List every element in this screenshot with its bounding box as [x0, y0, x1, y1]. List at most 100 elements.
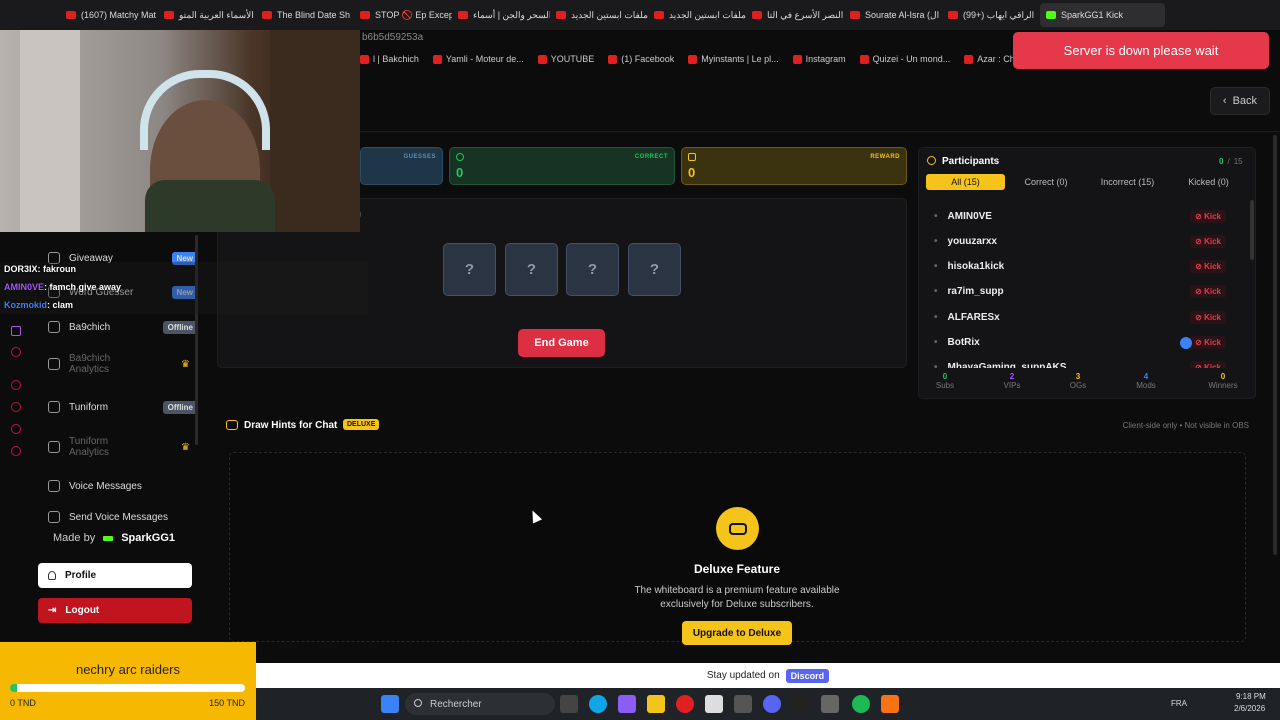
kick-button[interactable]: ⊘ Kick — [1190, 310, 1226, 324]
sidebar-item[interactable]: Ba9chich Analytics ♛ — [48, 353, 198, 375]
count-max: 15 — [1233, 157, 1243, 166]
browser-tab[interactable]: The Blind Date Sh — [256, 3, 354, 27]
taskbar-search[interactable]: Rechercher — [405, 693, 555, 715]
bookmark-item[interactable]: Yamli - Moteur de... — [432, 54, 524, 64]
browser-tab[interactable]: STOP 🚫 Ep Excep — [354, 3, 452, 27]
sidebar-item[interactable]: Send Voice Messages — [48, 511, 198, 523]
windows-start-icon[interactable] — [381, 695, 399, 713]
bookmark-item[interactable]: Instagram — [792, 54, 846, 64]
tab-kicked[interactable]: Kicked (0) — [1176, 174, 1241, 190]
discord-icon[interactable] — [763, 695, 781, 713]
kick-button[interactable]: ⊘ Kick — [1190, 336, 1226, 349]
tab-favicon-icon — [752, 11, 762, 19]
tab-favicon-icon — [262, 11, 272, 19]
tab-label: (1607) Matchy Mat — [81, 10, 157, 20]
store-icon[interactable] — [705, 695, 723, 713]
sidebar-item[interactable]: Tuniform Offline — [48, 400, 198, 414]
goal-max: 150 TND — [209, 698, 245, 708]
browser-tab[interactable]: Sourate Al-Isra (ال — [844, 3, 942, 27]
kick-button[interactable]: ⊘ Kick — [1190, 285, 1226, 299]
youtube-icon[interactable] — [11, 347, 21, 357]
profile-button[interactable]: Profile — [38, 563, 192, 588]
kick-button[interactable]: ⊘ Kick — [1190, 260, 1226, 274]
participant-row: • hisoka1kick ⊘ Kick — [928, 256, 1246, 278]
clock-time[interactable]: 9:18 PM — [1236, 692, 1266, 701]
kick-button[interactable]: ⊘ Kick — [1190, 209, 1226, 223]
task-view-icon[interactable] — [560, 695, 578, 713]
twitch-icon[interactable] — [11, 326, 21, 336]
kick-button[interactable]: ⊘ Kick — [1190, 234, 1226, 248]
sidebar-item[interactable]: Tuniform Analytics ♛ — [48, 436, 198, 458]
page-scrollbar[interactable] — [1273, 135, 1277, 555]
ban-icon: ⊘ — [1195, 287, 1205, 297]
gear-icon[interactable] — [11, 446, 21, 456]
sidebar-item[interactable]: Ba9chich Offline — [48, 320, 198, 334]
sidebar-item-label: Voice Messages — [69, 480, 142, 492]
ban-icon: ⊘ — [1195, 236, 1205, 246]
stat-value: 2 — [1009, 372, 1015, 381]
browser-tab[interactable]: السحر والجن | أسماء — [452, 3, 550, 27]
bookmark-item[interactable]: YOUTUBE — [537, 54, 595, 64]
tab-correct[interactable]: Correct (0) — [1011, 174, 1081, 190]
bookmark-item[interactable]: (1) Facebook — [608, 54, 674, 64]
gamepad-icon — [226, 420, 238, 430]
nav-item-icon — [48, 401, 60, 413]
kick-button[interactable]: ⊘ Kick — [1190, 361, 1226, 368]
chat-user: Kozmokid — [4, 300, 48, 310]
language-indicator[interactable]: FRA — [1171, 699, 1187, 708]
spotify-icon[interactable] — [852, 695, 870, 713]
profile-label: Profile — [65, 570, 97, 581]
sidebar-item[interactable]: Voice Messages — [48, 480, 198, 492]
bookmark-label: YOUTUBE — [550, 54, 595, 64]
play-icon[interactable] — [11, 380, 21, 390]
goal-title: nechry arc raiders — [75, 662, 181, 677]
kick-label: Kick — [1204, 236, 1221, 246]
back-label: Back — [1232, 95, 1258, 107]
stat-value: 3 — [1075, 372, 1081, 381]
browser-tab[interactable]: الأسماء العربية المتو — [158, 3, 256, 27]
url-fragment: b6b5d59253a — [362, 32, 424, 43]
crown-icon: ♛ — [181, 358, 190, 370]
browser-tab[interactable]: ملفات ابستين الجديد — [648, 3, 746, 27]
brave-icon[interactable] — [881, 695, 899, 713]
browser-tab[interactable]: (99+) الراقي ايهاب — [942, 3, 1040, 27]
donation-goal-widget: nechry arc raiders 0 TND 150 TND — [0, 642, 256, 720]
opera-icon[interactable] — [676, 695, 694, 713]
app-icon[interactable] — [792, 695, 810, 713]
chevron-left-icon: ‹ — [1222, 95, 1227, 107]
bullet-icon: • — [934, 286, 938, 298]
goal-min: 0 TND — [10, 698, 36, 708]
app-icon[interactable] — [618, 695, 636, 713]
clock-date[interactable]: 2/6/2026 — [1234, 704, 1265, 713]
back-button[interactable]: ‹ Back — [1210, 87, 1270, 115]
tab-favicon-icon — [850, 11, 860, 19]
app-icon[interactable] — [734, 695, 752, 713]
sidebar-item-label: Send Voice Messages — [69, 511, 168, 523]
participants-scrollbar[interactable] — [1250, 200, 1254, 260]
browser-tab[interactable]: (1607) Matchy Mat — [60, 3, 158, 27]
folder-icon[interactable] — [647, 695, 665, 713]
ban-icon: ⊘ — [1195, 312, 1205, 322]
chat-icon[interactable] — [11, 424, 21, 434]
kick-logo-icon — [103, 535, 114, 541]
bookmark-item[interactable]: Quizei - Un mond... — [859, 54, 950, 64]
tab-label: ملفات ابستين الجديد — [571, 9, 648, 20]
bookmark-item[interactable]: l | Bakchich — [360, 54, 419, 64]
edge-icon[interactable] — [589, 695, 607, 713]
kick-label: Kick — [1204, 363, 1221, 368]
discord-link[interactable]: Discord — [785, 668, 830, 683]
participant-name: AMIN0VE — [947, 210, 992, 222]
webcam-shirt — [145, 180, 275, 232]
clock-icon[interactable] — [11, 402, 21, 412]
browser-tab[interactable]: النصر الأسرع في التا — [746, 3, 844, 27]
bookmark-item[interactable]: Myinstants | Le pl... — [688, 54, 779, 64]
tab-all[interactable]: All (15) — [926, 174, 1005, 190]
upgrade-button[interactable]: Upgrade to Deluxe — [682, 621, 792, 645]
end-game-button[interactable]: End Game — [518, 329, 605, 357]
bookmark-item[interactable]: Azar : Chat Vidéo... — [964, 54, 1020, 64]
browser-tab[interactable]: SparkGG1 Kick — [1040, 3, 1165, 27]
app-icon[interactable] — [821, 695, 839, 713]
logout-button[interactable]: ⇥ Logout — [38, 598, 192, 623]
browser-tab[interactable]: ملفات ابستين الجديد — [550, 3, 648, 27]
tab-incorrect[interactable]: Incorrect (15) — [1090, 174, 1165, 190]
